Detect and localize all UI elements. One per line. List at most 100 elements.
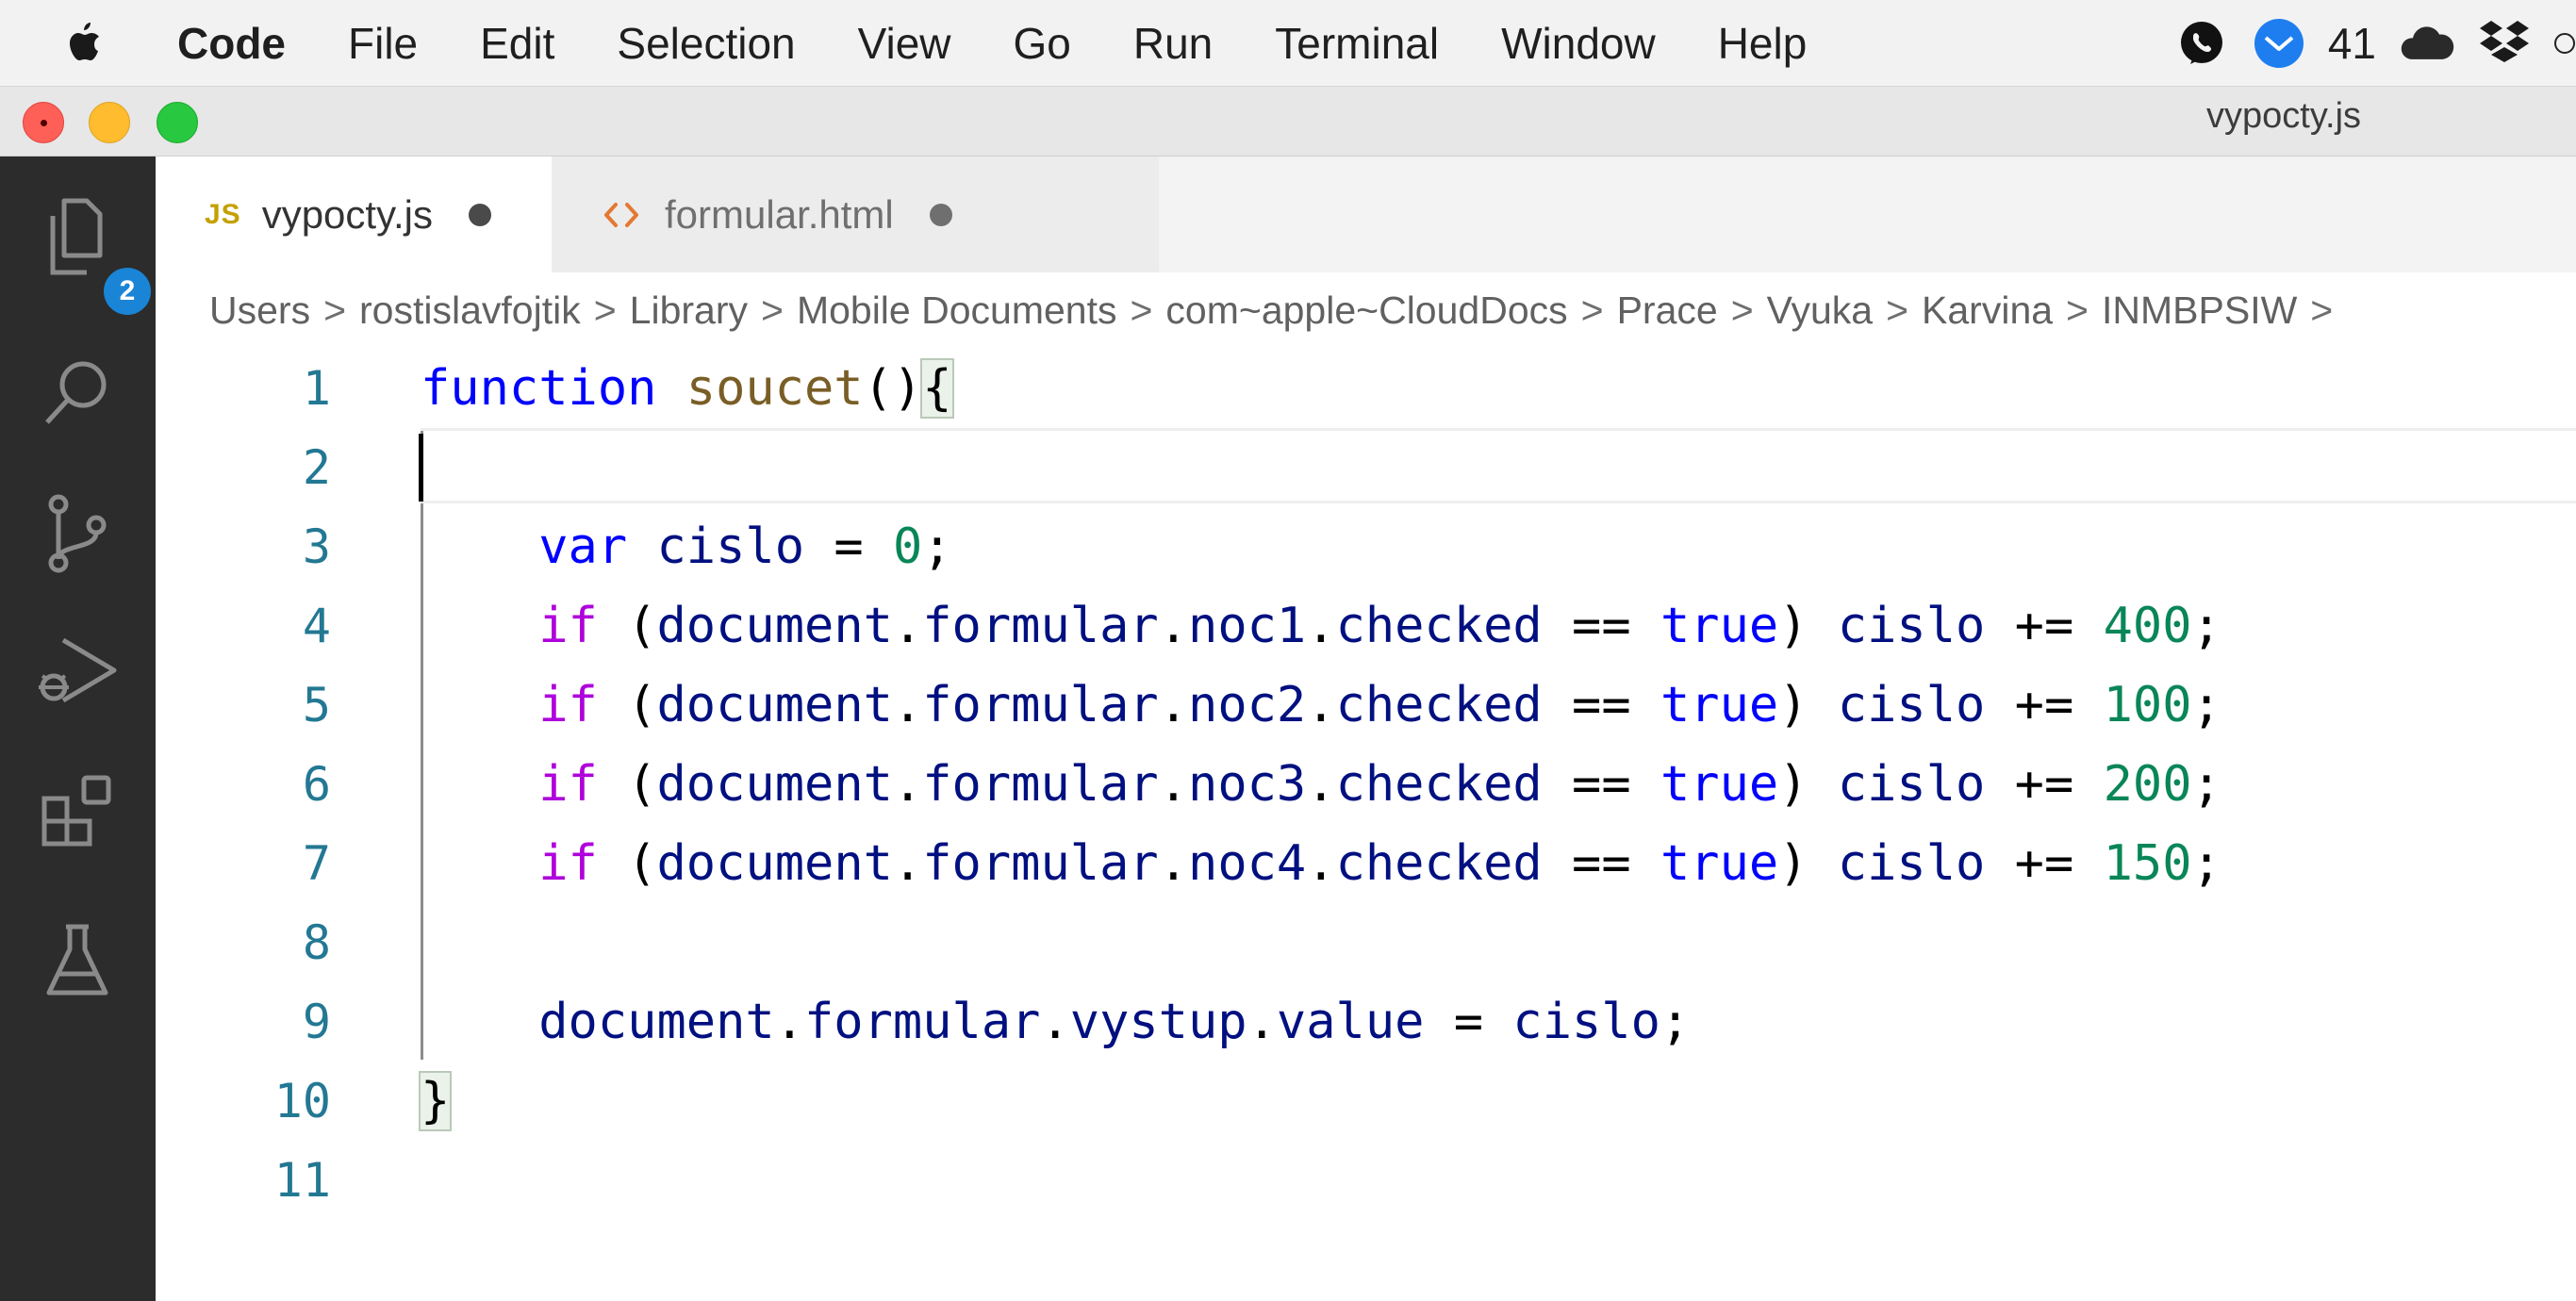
code-line[interactable]: 6 if (document.formular.noc3.checked == … xyxy=(156,745,2576,824)
code-line[interactable]: 2 xyxy=(156,428,2576,507)
explorer-badge: 2 xyxy=(104,268,151,315)
menu-file[interactable]: File xyxy=(348,18,418,69)
code-line[interactable]: 4 if (document.formular.noc1.checked == … xyxy=(156,586,2576,666)
extensions-icon xyxy=(41,775,111,847)
code-line[interactable]: 11 xyxy=(156,1141,2576,1220)
menu-view[interactable]: View xyxy=(858,18,951,69)
code-text[interactable]: document.formular.vystup.value = cislo; xyxy=(421,982,1690,1062)
code-text[interactable]: var cislo = 0; xyxy=(421,507,951,586)
menu-selection[interactable]: Selection xyxy=(617,18,795,69)
code-token: . xyxy=(1247,994,1277,1050)
line-number[interactable]: 1 xyxy=(156,349,331,428)
minimize-window-button[interactable] xyxy=(89,102,130,143)
menu-go[interactable]: Go xyxy=(1014,18,1071,69)
chevron-right-icon: > xyxy=(1580,288,1604,332)
line-number[interactable]: 7 xyxy=(156,824,331,903)
code-token: ) xyxy=(1778,835,1838,892)
code-line[interactable]: 8 xyxy=(156,903,2576,982)
code-line[interactable]: 3 var cislo = 0; xyxy=(156,507,2576,586)
line-number[interactable]: 4 xyxy=(156,586,331,666)
breadcrumb-item[interactable]: com~apple~CloudDocs xyxy=(1165,288,1567,333)
code-token: ; xyxy=(1660,994,1691,1050)
explorer-button[interactable]: 2 xyxy=(28,189,151,315)
code-token: soucet xyxy=(685,360,864,417)
menu-help[interactable]: Help xyxy=(1718,18,1808,69)
breadcrumb-item[interactable]: Library xyxy=(630,288,748,333)
search-button[interactable] xyxy=(28,343,126,441)
line-number[interactable]: 5 xyxy=(156,666,331,745)
code-token: . xyxy=(1158,835,1189,892)
code-token: checked xyxy=(1335,756,1543,813)
breadcrumb-item[interactable]: rostislavfojtik xyxy=(359,288,581,333)
code-text[interactable]: if (document.formular.noc4.checked == tr… xyxy=(421,824,2221,903)
partial-status-icon[interactable] xyxy=(2553,15,2576,72)
code-token: ( xyxy=(597,756,657,813)
tab-vypocty-js[interactable]: JS vypocty.js xyxy=(156,156,552,272)
apple-icon[interactable] xyxy=(60,19,109,68)
code-line[interactable]: 9 document.formular.vystup.value = cislo… xyxy=(156,982,2576,1062)
code-line[interactable]: 5 if (document.formular.noc2.checked == … xyxy=(156,666,2576,745)
line-number[interactable]: 6 xyxy=(156,745,331,824)
viber-icon[interactable] xyxy=(2173,15,2230,72)
code-token: cislo xyxy=(656,519,805,575)
code-token: 200 xyxy=(2103,756,2192,813)
close-window-button[interactable] xyxy=(23,102,64,143)
menu-terminal[interactable]: Terminal xyxy=(1275,18,1439,69)
code-token: true xyxy=(1660,835,1779,892)
flask-icon xyxy=(46,924,108,996)
line-number[interactable]: 9 xyxy=(156,982,331,1062)
breadcrumb-item[interactable]: Karvina xyxy=(1922,288,2053,333)
testing-button[interactable] xyxy=(28,911,126,1009)
modified-dot-icon[interactable] xyxy=(468,203,491,226)
source-control-button[interactable] xyxy=(28,485,126,583)
code-token: . xyxy=(892,677,923,733)
code-line[interactable]: 10} xyxy=(156,1062,2576,1141)
breadcrumb-item[interactable]: Users xyxy=(209,288,310,333)
code-editor[interactable]: 1 function soucet(){2 3 var cislo = 0; 4 if… xyxy=(156,349,2576,1301)
modified-dot-icon[interactable] xyxy=(929,203,952,226)
code-text[interactable]: } xyxy=(418,1062,453,1141)
line-number[interactable]: 11 xyxy=(156,1141,331,1220)
zoom-window-button[interactable] xyxy=(157,102,198,143)
code-token: ) xyxy=(1778,677,1838,733)
code-token: checked xyxy=(1335,677,1543,733)
menu-app-name[interactable]: Code xyxy=(177,18,286,69)
extensions-button[interactable] xyxy=(28,762,126,860)
breadcrumb: Users > rostislavfojtik > Library > Mobile … xyxy=(209,281,2346,339)
source-control-icon xyxy=(48,494,107,573)
menu-edit[interactable]: Edit xyxy=(480,18,554,69)
line-number[interactable]: 2 xyxy=(156,428,331,507)
cloud-icon[interactable] xyxy=(2399,15,2455,72)
code-token: . xyxy=(892,756,923,813)
breadcrumb-item[interactable]: Vyuka xyxy=(1767,288,1873,333)
code-token: 0 xyxy=(892,519,923,575)
code-token: 150 xyxy=(2103,835,2192,892)
code-token: formular xyxy=(922,598,1159,654)
code-token: ) xyxy=(1778,598,1838,654)
dropbox-icon[interactable] xyxy=(2476,15,2533,72)
mail-badge-icon[interactable] xyxy=(2251,15,2307,72)
code-token: == xyxy=(1542,835,1660,892)
code-token: cislo xyxy=(1837,835,1986,892)
code-text[interactable]: function soucet(){ xyxy=(421,349,954,428)
breadcrumb-item[interactable]: Prace xyxy=(1617,288,1718,333)
menu-run[interactable]: Run xyxy=(1133,18,1213,69)
tab-formular-html[interactable]: formular.html xyxy=(552,156,1159,272)
menu-window[interactable]: Window xyxy=(1501,18,1656,69)
code-token: { xyxy=(920,358,954,419)
code-token: checked xyxy=(1335,598,1543,654)
html-file-icon xyxy=(603,201,640,229)
line-number[interactable]: 3 xyxy=(156,507,331,586)
code-line[interactable]: 7 if (document.formular.noc4.checked == … xyxy=(156,824,2576,903)
code-text[interactable]: if (document.formular.noc3.checked == tr… xyxy=(421,745,2221,824)
breadcrumb-item[interactable]: Mobile Documents xyxy=(797,288,1117,333)
code-text[interactable]: if (document.formular.noc2.checked == tr… xyxy=(421,666,2221,745)
code-token: == xyxy=(1542,677,1660,733)
line-number[interactable]: 10 xyxy=(156,1062,331,1141)
breadcrumb-item[interactable]: INMBPSIW xyxy=(2102,288,2297,333)
code-text[interactable]: if (document.formular.noc1.checked == tr… xyxy=(421,586,2221,666)
run-debug-button[interactable] xyxy=(28,622,126,720)
line-number[interactable]: 8 xyxy=(156,903,331,982)
code-line[interactable]: 1 function soucet(){ xyxy=(156,349,2576,428)
